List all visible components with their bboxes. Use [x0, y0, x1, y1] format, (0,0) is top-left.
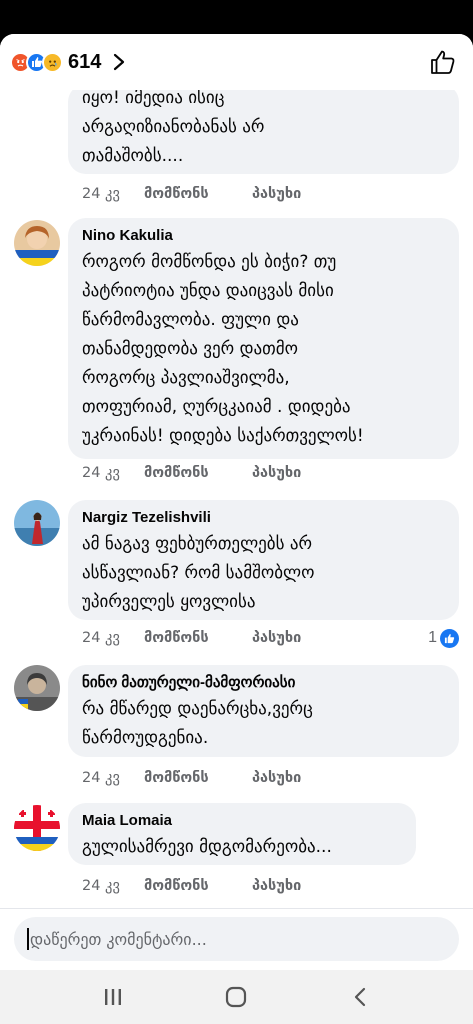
comment-text: გულისამრევი მდგომარეობა... — [82, 837, 332, 857]
like-button[interactable]: მომწონს — [144, 465, 252, 481]
comment-bubble[interactable]: ნინო მათურელი-მამფორიასი რა მწარედ დაენა… — [68, 665, 459, 757]
comment-bubble[interactable]: იყო! იმედია ისიც არგაღიზიანობანას არ თამ… — [68, 90, 459, 174]
like-button[interactable]: მომწონს — [144, 186, 252, 202]
comment-author[interactable]: ნინო მათურელი-მამფორიასი — [82, 673, 445, 693]
comment-time: 24 კვ — [82, 465, 120, 481]
comment-time: 24 კვ — [82, 878, 120, 894]
comment-text: როგორც პავლიაშვილმა, — [82, 368, 290, 388]
avatar[interactable] — [14, 500, 60, 546]
sad-icon — [42, 51, 63, 73]
comment-time: 24 კვ — [82, 630, 120, 646]
like-button[interactable]: მომწონს — [144, 630, 252, 646]
comment-reaction-badge[interactable]: 1 — [428, 628, 459, 648]
avatar[interactable] — [14, 665, 60, 711]
comment-time: 24 კვ — [82, 770, 120, 786]
comment-reaction-count: 1 — [428, 629, 437, 646]
comments-list: იყო! იმედია ისიც არგაღიზიანობანას არ თამ… — [0, 90, 473, 908]
reply-button[interactable]: პასუხი — [252, 878, 301, 894]
like-icon — [440, 628, 459, 648]
comment-text: წარმოუდგენია. — [82, 728, 209, 748]
avatar[interactable] — [14, 805, 60, 851]
recent-apps-icon[interactable] — [93, 981, 133, 1013]
comment-actions: 24 კვ მომწონს პასუხი — [82, 462, 301, 484]
comment-actions: 24 კვ მომწონს პასუხი — [82, 875, 301, 897]
system-navigation-bar — [0, 970, 473, 1024]
comment-text: პატრიოტია უნდა დაიცვას მისი — [82, 281, 334, 301]
reply-button[interactable]: პასუხი — [252, 186, 301, 202]
comments-sheet: 614 იყო! იმედია ისიც არგაღიზიანობანას არ… — [0, 34, 473, 1024]
comment-text: არგაღიზიანობანას არ — [82, 117, 265, 137]
comment-actions: 24 კვ მომწონს პასუხი — [82, 183, 301, 205]
comment-bubble[interactable]: Nargiz Tezelishvili ამ ნაგავ ფეხბურთელებ… — [68, 500, 459, 620]
comment-text: უკრაინას! დიდება საქართველოს! — [82, 426, 364, 446]
comment-actions: 24 კვ მომწონს პასუხი — [82, 767, 301, 789]
back-icon[interactable] — [340, 981, 380, 1013]
status-bar — [0, 0, 473, 34]
comment-text: წარმომავლობა. ფული და — [82, 310, 299, 330]
reactions-header: 614 — [0, 34, 473, 90]
comment-author[interactable]: Nino Kakulia — [82, 226, 445, 246]
comment-actions: 24 კვ მომწონს პასუხი — [82, 627, 301, 649]
comment-text: თამაშობს.... — [82, 146, 184, 166]
comment-text: ასწავლიან? რომ სამშობლო — [82, 563, 315, 583]
comment-text: თოფურიამ, ღურცკაიამ . დიდება — [82, 397, 351, 417]
comment-input-placeholder: დაწერეთ კომენტარი... — [30, 929, 207, 949]
reactions-summary[interactable]: 614 — [10, 51, 129, 73]
text-caret — [27, 928, 29, 950]
comment-input[interactable]: დაწერეთ კომენტარი... — [14, 917, 459, 961]
like-button[interactable]: მომწონს — [144, 770, 252, 786]
comment-author[interactable]: Nargiz Tezelishvili — [82, 508, 445, 528]
comment-text: უპირველეს ყოვლისა — [82, 592, 256, 612]
reply-button[interactable]: პასუხი — [252, 630, 301, 646]
comment-text: როგორ მომწონდა ეს ბიჭი? თუ — [82, 252, 337, 272]
comment-text: იყო! იმედია ისიც — [82, 90, 225, 108]
chevron-right-icon — [113, 53, 129, 71]
comment-text: ამ ნაგავ ფეხბურთელებს არ — [82, 534, 313, 554]
comment-bubble[interactable]: Nino Kakulia როგორ მომწონდა ეს ბიჭი? თუ … — [68, 218, 459, 459]
comment-composer: დაწერეთ კომენტარი... — [0, 908, 473, 970]
like-button[interactable]: მომწონს — [144, 878, 252, 894]
thumbs-up-icon[interactable] — [429, 48, 457, 76]
avatar[interactable] — [14, 220, 60, 266]
comment-author[interactable]: Maia Lomaia — [82, 811, 402, 831]
comment-text: რა მწარედ დაენარცხა,ვერც — [82, 699, 313, 719]
reply-button[interactable]: პასუხი — [252, 770, 301, 786]
home-icon[interactable] — [216, 981, 256, 1013]
comment-bubble[interactable]: Maia Lomaia გულისამრევი მდგომარეობა... — [68, 803, 416, 865]
reaction-count: 614 — [68, 50, 102, 73]
comment-text: თანამდედობა ვერ დათმო — [82, 339, 298, 359]
comment-time: 24 კვ — [82, 186, 120, 202]
reply-button[interactable]: პასუხი — [252, 465, 301, 481]
